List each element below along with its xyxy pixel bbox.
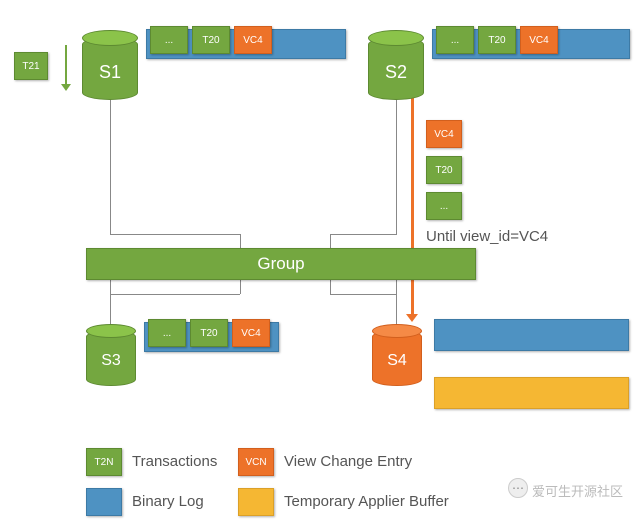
arrow-s2-s4	[411, 97, 414, 315]
legend-binlog-label: Binary Log	[132, 493, 204, 510]
connector	[330, 294, 397, 295]
binlog-s4	[434, 319, 629, 351]
connector	[240, 280, 241, 294]
binlog-s2-t20: T20	[478, 26, 516, 54]
server-s2: S2	[368, 30, 424, 100]
watermark-icon: ⋯	[508, 478, 528, 498]
diagram-canvas: T21 S1 ... T20 VC4 S2 ... T20 VC4 VC4 T2…	[0, 0, 640, 525]
server-s1: S1	[82, 30, 138, 100]
legend-binlog-swatch	[86, 488, 122, 516]
annotation-view-id: Until view_id=VC4	[426, 228, 548, 245]
binlog-s3-dots: ...	[148, 319, 186, 347]
binlog-s3-vc4: VC4	[232, 319, 270, 347]
connector	[110, 99, 111, 234]
watermark-text: 爱可生开源社区	[532, 481, 623, 500]
connector	[396, 99, 397, 234]
connector	[396, 280, 397, 325]
legend-vc-label: View Change Entry	[284, 453, 412, 470]
group-box: Group	[86, 248, 476, 280]
binlog-s1-t20: T20	[192, 26, 230, 54]
server-s3: S3	[86, 324, 136, 386]
tab-s4	[434, 377, 629, 409]
binlog-s2-dots: ...	[436, 26, 474, 54]
binlog-s1-vc4: VC4	[234, 26, 272, 54]
arrow-t21	[65, 45, 67, 85]
legend-tab-swatch	[238, 488, 274, 516]
binlog-s1-dots: ...	[150, 26, 188, 54]
incoming-transaction: T21	[14, 52, 48, 80]
legend-transactions-swatch: T2N	[86, 448, 122, 476]
queue-t20: T20	[426, 156, 462, 184]
binlog-s3-t20: T20	[190, 319, 228, 347]
connector	[110, 294, 240, 295]
connector	[330, 234, 331, 248]
connector	[240, 234, 241, 248]
connector	[110, 234, 240, 235]
queue-vc4: VC4	[426, 120, 462, 148]
connector	[330, 280, 331, 294]
legend-vc-swatch: VCN	[238, 448, 274, 476]
connector	[110, 280, 111, 325]
server-s4: S4	[372, 324, 422, 386]
legend-tab-label: Temporary Applier Buffer	[284, 493, 449, 510]
connector	[330, 234, 397, 235]
legend-transactions-label: Transactions	[132, 453, 217, 470]
binlog-s2-vc4: VC4	[520, 26, 558, 54]
queue-dots: ...	[426, 192, 462, 220]
